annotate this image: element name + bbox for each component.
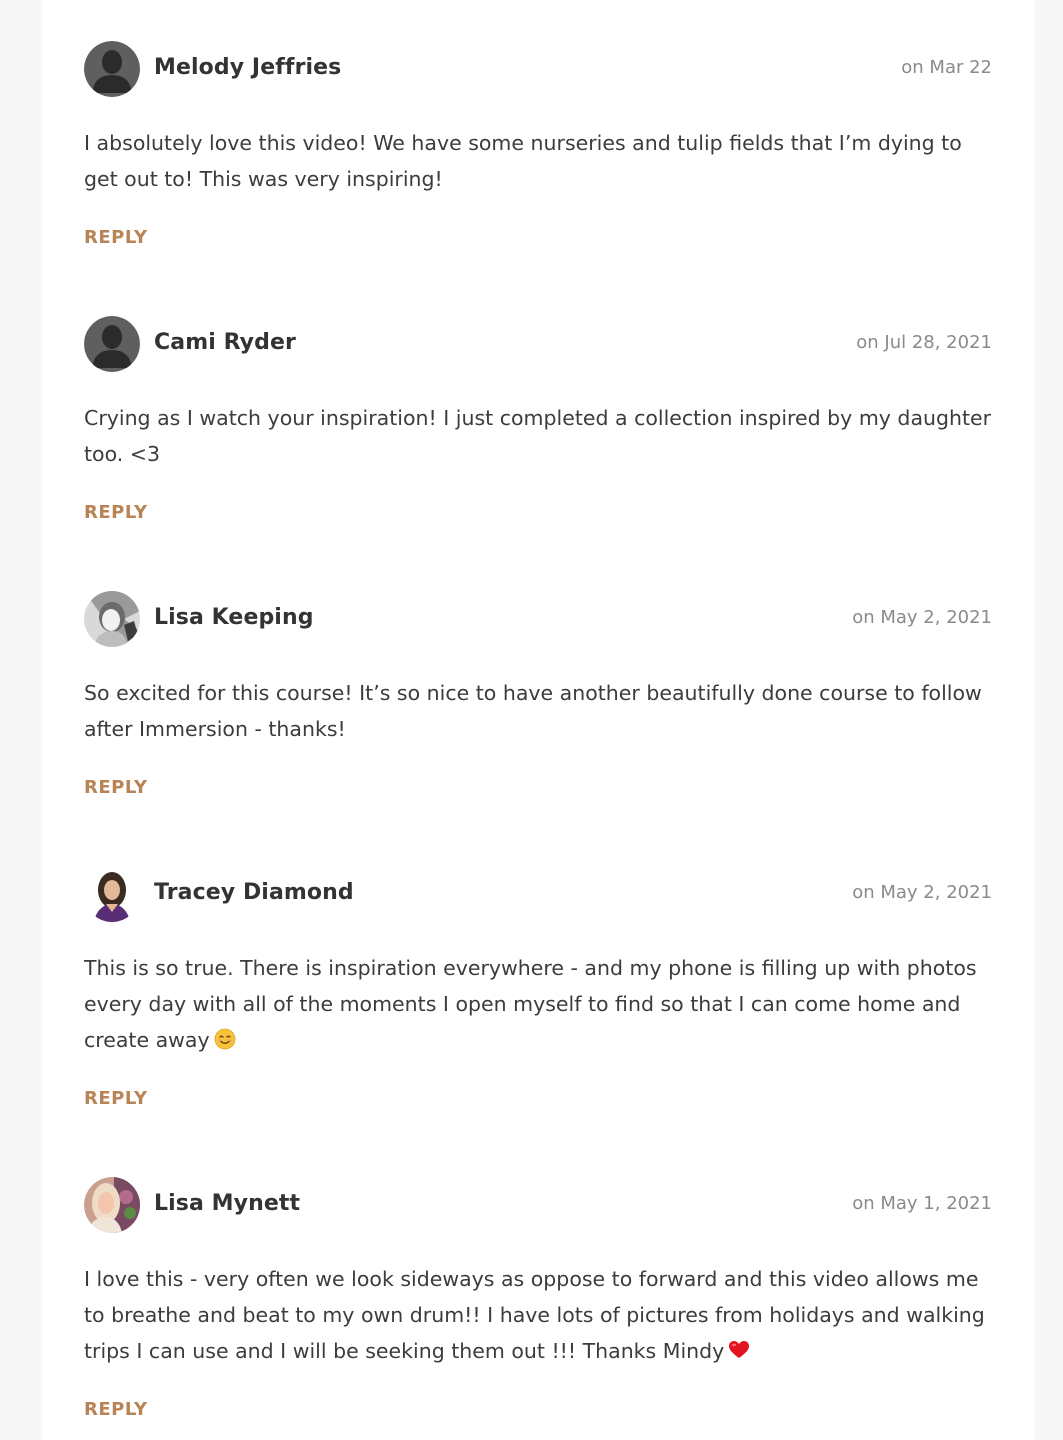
comment-date: on May 2, 2021 (852, 607, 992, 628)
default-avatar-icon[interactable] (84, 316, 140, 372)
comment-author[interactable]: Lisa Mynett (154, 1191, 300, 1216)
reply-button[interactable]: REPLY (84, 227, 148, 248)
comment-author[interactable]: Melody Jeffries (154, 55, 341, 80)
smiling-face-icon (214, 1025, 236, 1061)
comment-author[interactable]: Cami Ryder (154, 330, 296, 355)
comment-text-body: I love this - very often we look sideway… (84, 1267, 985, 1363)
comment-author[interactable]: Lisa Keeping (154, 605, 314, 630)
user-photo-avatar[interactable] (84, 1177, 140, 1233)
comment-date: on Mar 22 (901, 57, 992, 78)
comment-text: I absolutely love this video! We have so… (84, 131, 962, 191)
red-heart-icon (728, 1336, 750, 1372)
comment-date: on May 1, 2021 (852, 1193, 992, 1214)
comment-date: on Jul 28, 2021 (856, 332, 992, 353)
reply-button[interactable]: REPLY (84, 777, 148, 798)
comment-text: This is so true. There is inspiration ev… (84, 950, 992, 1061)
comment-author[interactable]: Tracey Diamond (154, 880, 354, 905)
reply-button[interactable]: REPLY (84, 1399, 148, 1420)
comment-text: So excited for this course! It’s so nice… (84, 681, 982, 741)
comment-date: on May 2, 2021 (852, 882, 992, 903)
default-avatar-icon[interactable] (84, 41, 140, 97)
reply-button[interactable]: REPLY (84, 1088, 148, 1109)
user-photo-avatar[interactable] (84, 866, 140, 922)
comments-panel: Melody Jeffries on Mar 22 I absolutely l… (42, 0, 1035, 1440)
reply-button[interactable]: REPLY (84, 502, 148, 523)
comment-text: I love this - very often we look sideway… (84, 1261, 992, 1372)
user-photo-avatar[interactable] (84, 591, 140, 647)
comment-text: Crying as I watch your inspiration! I ju… (84, 406, 992, 466)
